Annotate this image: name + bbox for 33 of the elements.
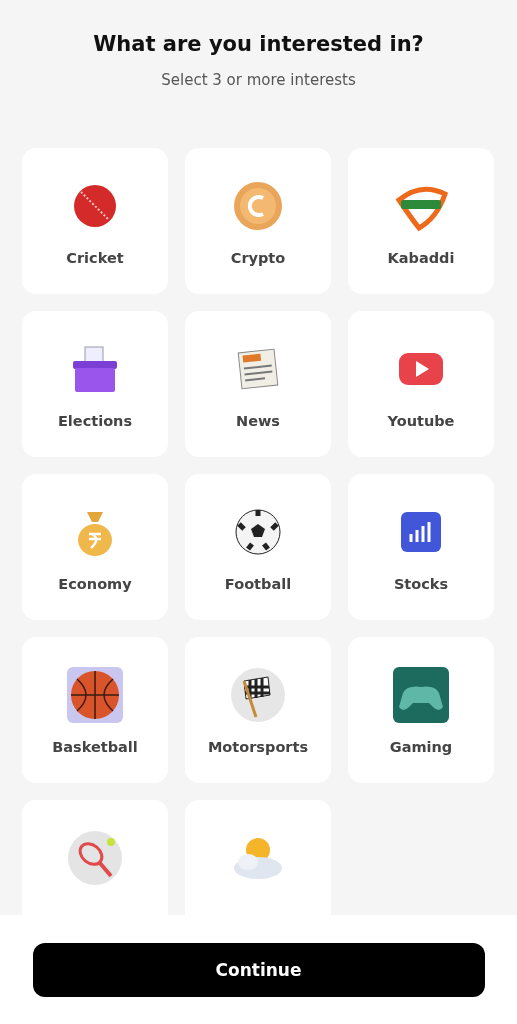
interest-label: Motorsports [207, 739, 309, 755]
interest-label: Economy [58, 576, 132, 592]
interest-card[interactable]: Cricket [22, 148, 168, 294]
page-subtitle: Select 3 or more interests [160, 70, 357, 90]
interest-label: Gaming [389, 739, 453, 755]
interest-card[interactable]: Basketball [22, 637, 168, 783]
page-title: What are you interested in? [92, 31, 425, 58]
interest-label: Youtube [387, 413, 455, 429]
interest-label: Stocks [393, 576, 449, 592]
interest-label: Crypto [230, 250, 286, 266]
basketball-icon [67, 667, 123, 723]
checkered-flag-icon [230, 667, 286, 723]
interest-label: Football [224, 576, 292, 592]
interest-card[interactable]: News [185, 311, 331, 457]
interest-label: News [236, 413, 280, 429]
interest-card[interactable] [22, 800, 168, 915]
interest-card[interactable]: Kabaddi [348, 148, 494, 294]
interest-label: Basketball [52, 739, 138, 755]
interest-card[interactable]: Football [185, 474, 331, 620]
interest-card[interactable]: Elections [22, 311, 168, 457]
tennis-racket-icon [67, 830, 123, 886]
interest-card[interactable]: Gaming [348, 637, 494, 783]
interest-card[interactable]: Crypto [185, 148, 331, 294]
interest-label: Cricket [66, 250, 124, 266]
interest-card[interactable] [185, 800, 331, 915]
interest-card[interactable]: Economy [22, 474, 168, 620]
gamepad-icon [393, 667, 449, 723]
interest-label: Elections [57, 413, 133, 429]
interest-label: Kabaddi [387, 250, 455, 266]
interest-card[interactable]: Youtube [348, 311, 494, 457]
continue-button[interactable]: Continue [32, 942, 485, 997]
interest-card[interactable]: Stocks [348, 474, 494, 620]
interest-card[interactable]: Motorsports [185, 637, 331, 783]
